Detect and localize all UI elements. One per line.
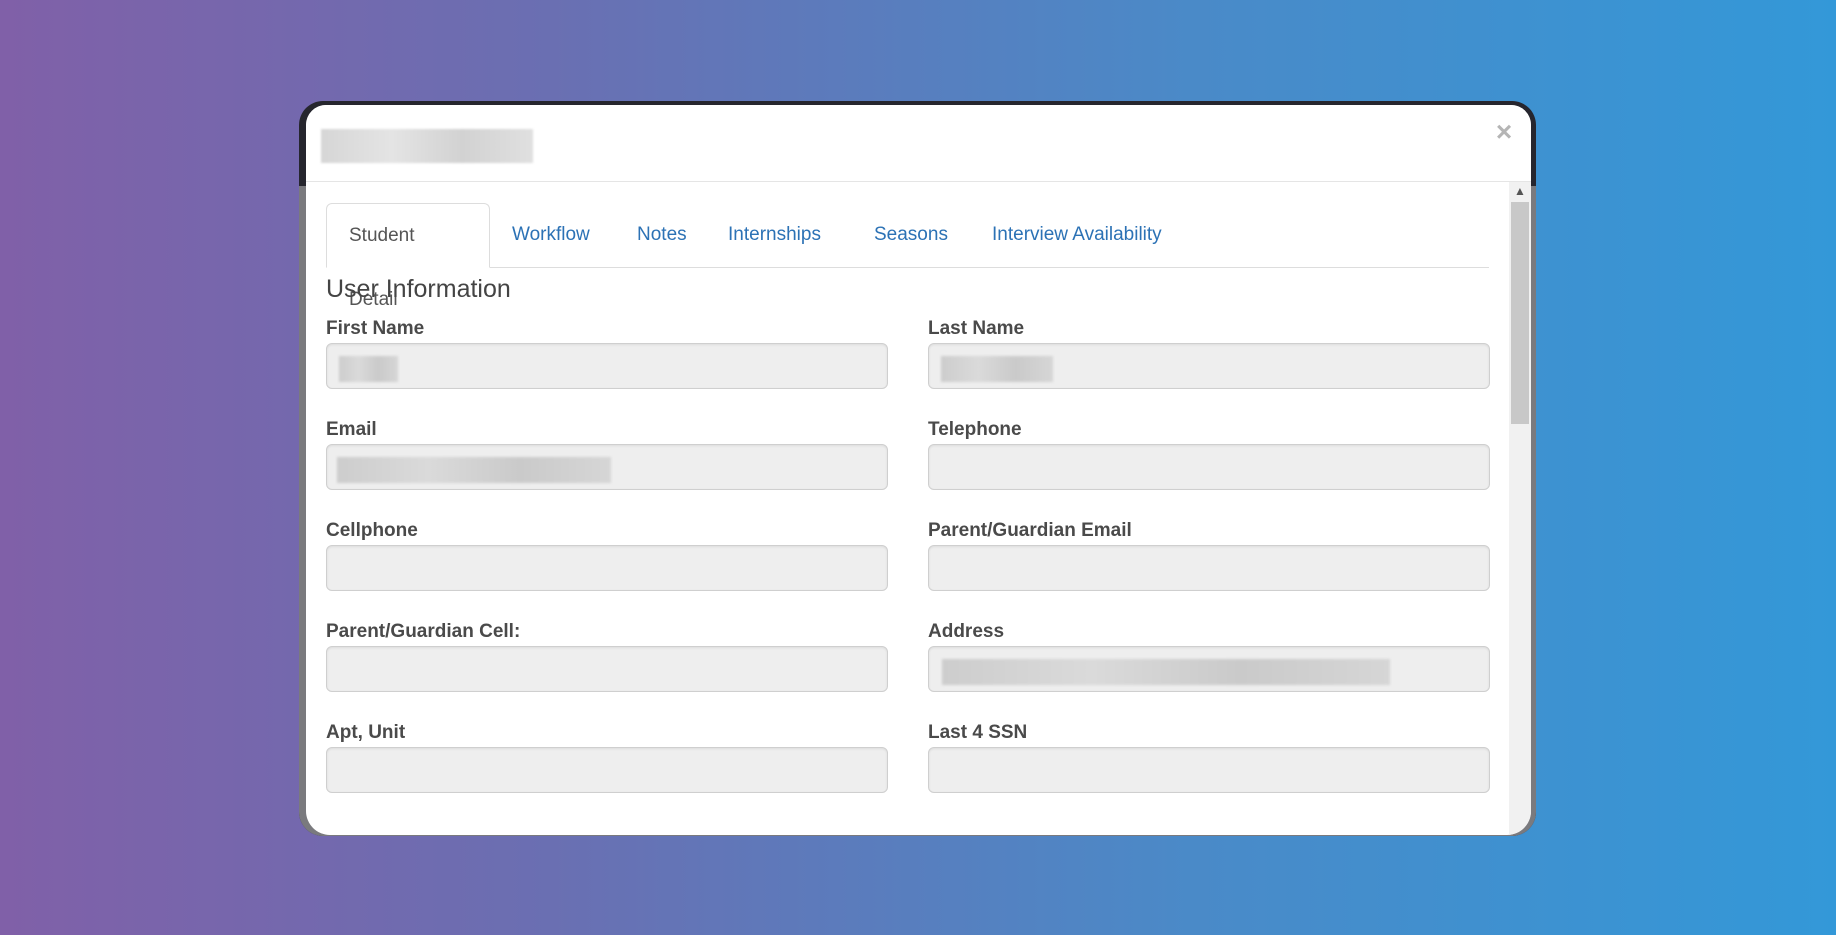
parent-email-field[interactable] xyxy=(928,545,1490,591)
modal-body: Student Detail Workflow Notes Internship… xyxy=(306,182,1509,835)
first-name-field[interactable] xyxy=(326,343,888,389)
scroll-thumb[interactable] xyxy=(1511,202,1529,424)
last-name-label: Last Name xyxy=(928,318,1025,339)
tab-workflow[interactable]: Workflow xyxy=(490,203,612,267)
modal-scrollbar[interactable]: ▲ xyxy=(1509,182,1531,835)
address-field[interactable] xyxy=(928,646,1490,692)
email-field[interactable] xyxy=(326,444,888,490)
redacted-value xyxy=(339,356,398,382)
last4-ssn-label: Last 4 SSN xyxy=(928,722,1028,743)
apt-unit-label: Apt, Unit xyxy=(326,722,406,743)
close-button[interactable]: × xyxy=(1491,118,1517,146)
parent-cell-field[interactable] xyxy=(326,646,888,692)
telephone-label: Telephone xyxy=(928,419,1022,440)
scroll-up-arrow-icon[interactable]: ▲ xyxy=(1509,182,1531,200)
parent-email-label: Parent/Guardian Email xyxy=(928,520,1132,541)
last-name-field[interactable] xyxy=(928,343,1490,389)
tab-interview-availability[interactable]: Interview Availability xyxy=(970,203,1184,267)
modal-header: × xyxy=(306,105,1531,182)
parent-cell-label: Parent/Guardian Cell: xyxy=(326,621,521,642)
apt-unit-field[interactable] xyxy=(326,747,888,793)
tab-student-detail[interactable]: Student Detail xyxy=(326,203,490,310)
modal-title-redacted xyxy=(321,129,533,163)
email-label: Email xyxy=(326,419,377,440)
redacted-value xyxy=(942,659,1390,685)
student-modal: × Student Detail Workflow Notes Internsh… xyxy=(306,105,1531,835)
redacted-value xyxy=(941,356,1053,382)
tab-seasons[interactable]: Seasons xyxy=(852,203,970,267)
tab-notes[interactable]: Notes xyxy=(615,203,709,267)
tab-internships[interactable]: Internships xyxy=(706,203,843,267)
last4-ssn-field[interactable] xyxy=(928,747,1490,793)
tab-bar: Student Detail Workflow Notes Internship… xyxy=(326,203,1489,310)
cellphone-field[interactable] xyxy=(326,545,888,591)
address-label: Address xyxy=(928,621,1005,642)
first-name-label: First Name xyxy=(326,318,425,339)
cellphone-label: Cellphone xyxy=(326,520,418,541)
section-title: User Information xyxy=(326,275,511,303)
redacted-value xyxy=(337,457,611,483)
telephone-field[interactable] xyxy=(928,444,1490,490)
